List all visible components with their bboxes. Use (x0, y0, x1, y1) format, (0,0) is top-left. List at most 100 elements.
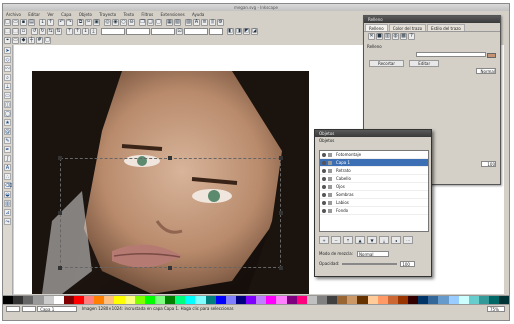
visibility-icon[interactable] (322, 177, 326, 181)
zoom-selection-icon[interactable]: ◎ (104, 19, 111, 26)
visibility-icon[interactable] (322, 209, 326, 213)
palette-swatch[interactable] (3, 296, 14, 304)
measure-tool-icon[interactable]: ⟂ (4, 83, 11, 90)
zoom-tool-icon[interactable]: ⌕ (4, 74, 11, 81)
scale-handle[interactable] (168, 266, 172, 270)
rotate-ccw-icon[interactable]: ↺ (31, 28, 38, 35)
list-item[interactable]: Labios (320, 199, 428, 207)
palette-swatch[interactable] (144, 296, 155, 304)
list-item[interactable]: Fotomontaje (320, 151, 428, 159)
xml-editor-icon[interactable]: ≡ (201, 19, 208, 26)
palette-swatch[interactable] (266, 296, 277, 304)
palette-swatch[interactable] (428, 296, 439, 304)
palette-swatch[interactable] (276, 296, 287, 304)
move-patterns-icon[interactable]: ◪ (251, 28, 258, 35)
lower-icon[interactable]: ▼ (367, 236, 377, 244)
palette-swatch[interactable] (367, 296, 378, 304)
menu-view[interactable]: Ver (47, 12, 54, 17)
crop-button[interactable]: Recortar (369, 60, 405, 67)
no-paint-icon[interactable]: ✕ (368, 33, 375, 40)
duplicate-icon[interactable]: ❐ (139, 19, 146, 26)
zoom-field[interactable]: 75% (487, 306, 505, 312)
zoom-width-icon[interactable]: ⊖ (128, 19, 135, 26)
fill-color-swatch[interactable] (487, 52, 496, 58)
copy-icon[interactable]: ⧉ (77, 19, 84, 26)
deselect-icon[interactable]: ▫ (20, 28, 27, 35)
redo-icon[interactable]: ↷ (66, 19, 73, 26)
node-tool-icon[interactable]: ◇ (4, 56, 11, 63)
scale-handle[interactable] (168, 156, 172, 160)
unlink-clone-icon[interactable]: ▢ (155, 19, 162, 26)
lock-icon[interactable] (328, 193, 332, 197)
dock-opacity-field[interactable]: 100 (481, 161, 496, 167)
menu-layer[interactable]: Capa (61, 12, 71, 17)
scale-handle[interactable] (279, 211, 283, 215)
lower-icon[interactable]: ↓ (82, 28, 89, 35)
dock-blend-select[interactable]: Normal (476, 68, 496, 74)
opacity-slider[interactable] (342, 263, 398, 265)
cut-icon[interactable]: ✂ (85, 19, 92, 26)
list-item[interactable]: Capa 1 (320, 159, 428, 167)
menu-extensions[interactable]: Extensiones (161, 12, 185, 17)
lock-icon[interactable] (328, 161, 332, 165)
import-icon[interactable]: ↓ (39, 19, 46, 26)
stroke-indicator[interactable] (21, 306, 36, 312)
tab-fill[interactable]: Relleno (365, 24, 388, 31)
palette-swatch[interactable] (43, 296, 54, 304)
scale-handle[interactable] (58, 266, 62, 270)
visibility-icon[interactable] (322, 193, 326, 197)
raise-top-icon[interactable]: ⤒ (66, 28, 73, 35)
fill-color-bar[interactable] (415, 52, 486, 57)
preferences-icon[interactable]: ⚙ (217, 19, 224, 26)
palette-swatch[interactable] (408, 296, 419, 304)
palette-swatch[interactable] (387, 296, 398, 304)
palette-swatch[interactable] (73, 296, 84, 304)
palette-swatch[interactable] (246, 296, 257, 304)
palette-swatch[interactable] (337, 296, 348, 304)
save-icon[interactable]: ▪ (20, 19, 27, 26)
visibility-icon[interactable] (322, 201, 326, 205)
selector-tool-icon[interactable]: ➤ (4, 47, 11, 54)
rect-tool-icon[interactable]: ▭ (4, 92, 11, 99)
units-select[interactable] (209, 28, 223, 35)
snap-guide-icon[interactable]: ┼ (28, 37, 35, 44)
raise-icon[interactable]: ↑ (74, 28, 81, 35)
tab-stroke-paint[interactable]: Color del trazo (388, 24, 427, 31)
snap-grid-icon[interactable]: # (36, 37, 43, 44)
x-field[interactable] (101, 28, 125, 35)
palette-swatch[interactable] (478, 296, 489, 304)
group-icon[interactable]: ▦ (166, 19, 173, 26)
palette-swatch[interactable] (195, 296, 206, 304)
dropper-tool-icon[interactable]: ⊿ (4, 209, 11, 216)
scale-handle[interactable] (279, 156, 283, 160)
ungroup-icon[interactable]: ▧ (174, 19, 181, 26)
current-layer-select[interactable]: Capa 1 (37, 306, 78, 312)
palette-swatch[interactable] (458, 296, 469, 304)
options-icon[interactable]: ⋯ (403, 236, 413, 244)
snap-nodes-icon[interactable]: ◆ (20, 37, 27, 44)
text-tool-icon[interactable]: A (4, 164, 11, 171)
palette-swatch[interactable] (23, 296, 34, 304)
linear-gradient-icon[interactable]: ▥ (384, 33, 391, 40)
lower-bottom-icon[interactable]: ⤓ (379, 236, 389, 244)
palette-swatch[interactable] (33, 296, 44, 304)
flip-horizontal-icon[interactable]: ⇆ (47, 28, 54, 35)
palette-swatch[interactable] (175, 296, 186, 304)
palette-swatch[interactable] (104, 296, 115, 304)
palette-swatch[interactable] (418, 296, 429, 304)
collapse-icon[interactable]: ◂ (391, 236, 401, 244)
palette-swatch[interactable] (63, 296, 74, 304)
scale-handle[interactable] (58, 156, 62, 160)
palette-swatch[interactable] (134, 296, 145, 304)
scale-corners-icon[interactable]: ◨ (235, 28, 242, 35)
flip-vertical-icon[interactable]: ⇅ (55, 28, 62, 35)
lock-icon[interactable] (328, 185, 332, 189)
paste-icon[interactable]: ▣ (93, 19, 100, 26)
zoom-page-icon[interactable]: ○ (120, 19, 127, 26)
bucket-tool-icon[interactable]: ◒ (4, 191, 11, 198)
lower-bottom-icon[interactable]: ⤓ (90, 28, 97, 35)
open-icon[interactable]: ▭ (12, 19, 19, 26)
align-icon[interactable]: ⫼ (209, 19, 216, 26)
selection-bbox[interactable] (60, 158, 281, 268)
zoom-drawing-icon[interactable]: ◉ (112, 19, 119, 26)
